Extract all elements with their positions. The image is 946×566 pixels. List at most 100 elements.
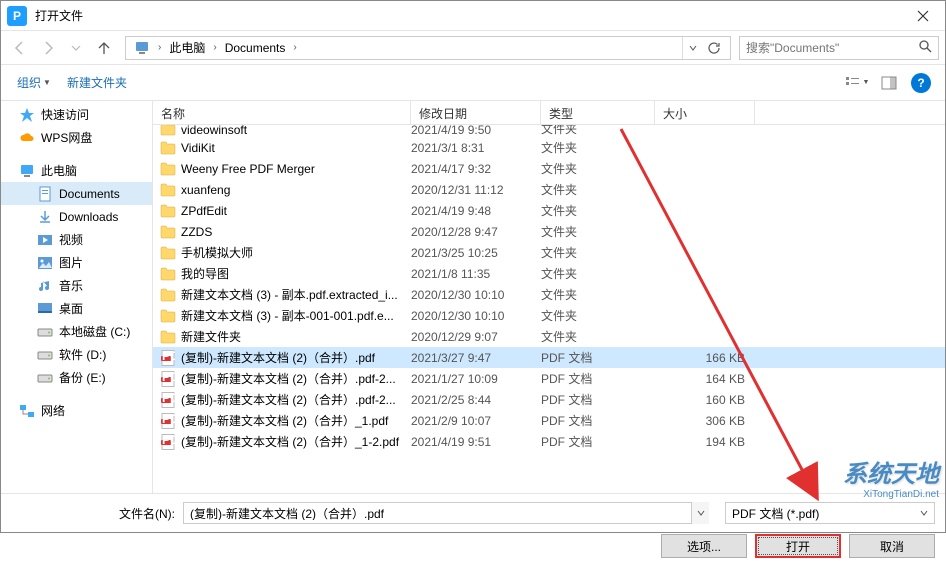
help-icon: ? [911, 73, 931, 93]
file-type: 文件夹 [541, 244, 655, 261]
sidebar-item-label: 音乐 [59, 277, 83, 294]
options-button[interactable]: 选项... [661, 534, 747, 558]
refresh-button[interactable] [702, 37, 726, 59]
file-type: PDF 文档 [541, 349, 655, 366]
forward-button[interactable] [35, 36, 61, 60]
file-row[interactable]: 手机模拟大师2021/3/25 10:25文件夹 [153, 242, 945, 263]
sidebar-item[interactable]: 快速访问 [1, 103, 152, 126]
file-row[interactable]: 新建文本文档 (3) - 副本-001-001.pdf.e...2020/12/… [153, 305, 945, 326]
sidebar-item[interactable]: WPS网盘 [1, 126, 152, 149]
file-name: ZPdfEdit [181, 204, 411, 218]
file-row[interactable]: Weeny Free PDF Merger2021/4/17 9:32文件夹 [153, 158, 945, 179]
file-row[interactable]: 新建文件夹2020/12/29 9:07文件夹 [153, 326, 945, 347]
file-row[interactable]: PDF(复制)-新建文本文档 (2)（合并）.pdf-2...2021/2/25… [153, 389, 945, 410]
folder-icon [159, 182, 177, 198]
column-type[interactable]: 类型 [541, 101, 655, 124]
file-date: 2021/2/25 8:44 [411, 393, 541, 407]
address-root[interactable] [130, 40, 154, 56]
sidebar-item[interactable]: 软件 (D:) [1, 343, 152, 366]
organize-button[interactable]: 组织▼ [9, 70, 59, 95]
filename-dropdown[interactable] [691, 502, 709, 524]
filename-field[interactable] [183, 502, 709, 524]
file-row[interactable]: PDF(复制)-新建文本文档 (2)（合并）.pdf2021/3/27 9:47… [153, 347, 945, 368]
sidebar-item[interactable]: 桌面 [1, 297, 152, 320]
file-row[interactable]: PDF(复制)-新建文本文档 (2)（合并）.pdf-2...2021/1/27… [153, 368, 945, 389]
address-bar[interactable]: › 此电脑 › Documents › [125, 36, 731, 60]
file-row[interactable]: videowinsoft2021/4/19 9:50文件夹 [153, 125, 945, 137]
file-type-filter[interactable]: PDF 文档 (*.pdf) [725, 502, 935, 524]
sidebar-item[interactable]: Documents [1, 182, 152, 205]
sidebar-item[interactable]: 音乐 [1, 274, 152, 297]
back-button[interactable] [7, 36, 33, 60]
sidebar-item-label: 此电脑 [41, 162, 77, 179]
address-segment-pc[interactable]: 此电脑 [165, 39, 209, 56]
search-input[interactable] [746, 41, 918, 55]
file-size: 164 KB [655, 372, 745, 386]
help-button[interactable]: ? [905, 71, 937, 95]
music-icon [37, 278, 53, 294]
folder-icon [159, 287, 177, 303]
desk-icon [37, 301, 53, 317]
file-row[interactable]: ZZDS2020/12/28 9:47文件夹 [153, 221, 945, 242]
search-button[interactable] [918, 39, 932, 56]
watermark: 系统天地 XiTongTianDi.net [843, 454, 939, 500]
address-dropdown[interactable] [682, 37, 702, 59]
view-button-1[interactable]: ▼ [841, 71, 873, 95]
sidebar-item[interactable]: 本地磁盘 (C:) [1, 320, 152, 343]
file-type: PDF 文档 [541, 391, 655, 408]
view-button-2[interactable] [873, 71, 905, 95]
chevron-right-icon[interactable]: › [154, 42, 165, 53]
pdf-icon: PDF [159, 371, 177, 387]
sidebar-item-label: 视频 [59, 231, 83, 248]
file-name: (复制)-新建文本文档 (2)（合并）_1-2.pdf [181, 433, 411, 450]
file-date: 2021/3/25 10:25 [411, 246, 541, 260]
file-date: 2020/12/31 11:12 [411, 183, 541, 197]
file-date: 2020/12/30 10:10 [411, 309, 541, 323]
file-type: 文件夹 [541, 181, 655, 198]
new-folder-button[interactable]: 新建文件夹 [59, 70, 135, 95]
sidebar-item[interactable]: 图片 [1, 251, 152, 274]
file-row[interactable]: PDF(复制)-新建文本文档 (2)（合并）_1-2.pdf2021/4/19 … [153, 431, 945, 452]
file-type: 文件夹 [541, 223, 655, 240]
file-pane: 名称 修改日期 类型 大小 videowinsoft2021/4/19 9:50… [153, 101, 945, 493]
sidebar-item[interactable]: Downloads [1, 205, 152, 228]
chevron-right-icon[interactable]: › [289, 42, 300, 53]
search-box[interactable] [739, 36, 939, 60]
file-type: 文件夹 [541, 139, 655, 156]
column-name[interactable]: 名称 [153, 101, 411, 124]
file-name: ZZDS [181, 225, 411, 239]
file-row[interactable]: 新建文本文档 (3) - 副本.pdf.extracted_i...2020/1… [153, 284, 945, 305]
folder-icon [159, 266, 177, 282]
file-name: 手机模拟大师 [181, 244, 411, 261]
sidebar-item[interactable]: 网络 [1, 399, 152, 422]
file-row[interactable]: VidiKit2021/3/1 8:31文件夹 [153, 137, 945, 158]
chevron-down-icon [920, 509, 928, 517]
column-date[interactable]: 修改日期 [411, 101, 541, 124]
file-type: 文件夹 [541, 265, 655, 282]
titlebar: P 打开文件 [1, 1, 945, 31]
address-segment-documents[interactable]: Documents [221, 41, 290, 55]
sidebar-item[interactable]: 备份 (E:) [1, 366, 152, 389]
file-row[interactable]: PDF(复制)-新建文本文档 (2)（合并）_1.pdf2021/2/9 10:… [153, 410, 945, 431]
file-date: 2021/3/1 8:31 [411, 141, 541, 155]
filename-input[interactable] [190, 506, 702, 520]
file-row[interactable]: ZPdfEdit2021/4/19 9:48文件夹 [153, 200, 945, 221]
sidebar-item[interactable]: 视频 [1, 228, 152, 251]
up-button[interactable] [91, 36, 117, 60]
app-icon: P [7, 6, 27, 26]
column-size[interactable]: 大小 [655, 101, 755, 124]
file-row[interactable]: xuanfeng2020/12/31 11:12文件夹 [153, 179, 945, 200]
file-row[interactable]: 我的导图2021/1/8 11:35文件夹 [153, 263, 945, 284]
sidebar-item-label: 图片 [59, 254, 83, 271]
chevron-down-icon [689, 44, 697, 52]
open-button[interactable]: 打开 [755, 534, 841, 558]
close-button[interactable] [901, 1, 945, 31]
sidebar-item-label: 桌面 [59, 300, 83, 317]
chevron-right-icon[interactable]: › [209, 42, 220, 53]
svg-text:PDF: PDF [162, 392, 175, 405]
sidebar-item-label: 快速访问 [41, 106, 89, 123]
sidebar-item[interactable]: 此电脑 [1, 159, 152, 182]
file-list[interactable]: videowinsoft2021/4/19 9:50文件夹VidiKit2021… [153, 125, 945, 493]
recent-dropdown[interactable] [63, 36, 89, 60]
cancel-button[interactable]: 取消 [849, 534, 935, 558]
